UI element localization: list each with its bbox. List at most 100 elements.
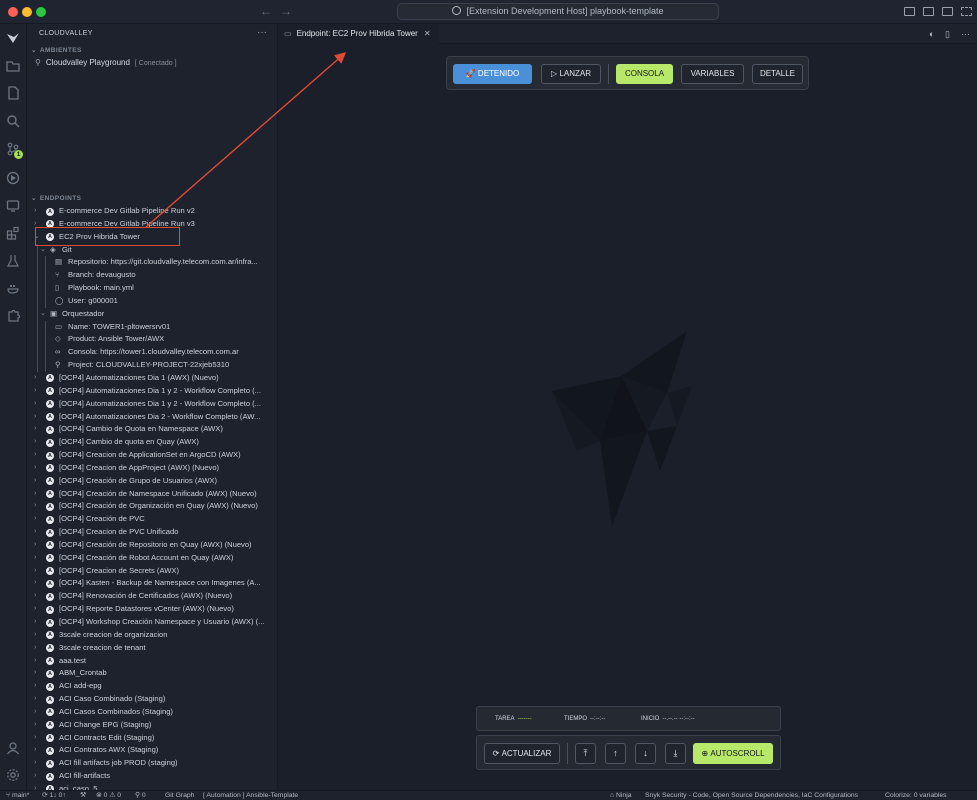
endpoint-detail-item[interactable]: ⚲ Project: CLOUDVALLEY-PROJECT-22xjeb5310 xyxy=(27,359,277,372)
window-close-button[interactable] xyxy=(8,7,18,17)
account-icon[interactable] xyxy=(6,741,20,755)
chevron-right-icon[interactable]: › xyxy=(34,693,36,706)
more-actions-icon[interactable]: ··· xyxy=(961,29,970,39)
endpoint-item[interactable]: › A [OCP4] Cambio de quota en Quay (AWX) xyxy=(27,436,277,449)
endpoint-group[interactable]: ⌄ ▣ Orquestador xyxy=(27,307,277,321)
chevron-right-icon[interactable]: › xyxy=(34,513,36,526)
chevron-right-icon[interactable]: › xyxy=(34,565,36,578)
forward-arrow-icon[interactable]: → xyxy=(280,4,292,18)
testing-icon[interactable] xyxy=(6,254,20,268)
chevron-right-icon[interactable]: › xyxy=(34,655,36,668)
endpoint-item[interactable]: › A [OCP4] Automatizaciones Dia 1 y 2 - Wo… xyxy=(27,385,277,398)
lanzar-button[interactable]: ▷ LANZAR xyxy=(541,64,601,84)
chevron-right-icon[interactable]: › xyxy=(34,372,36,385)
chevron-right-icon[interactable]: › xyxy=(34,423,36,436)
environment-item[interactable]: ⚲ Cloudvalley Playground [ Conectado ] xyxy=(35,58,177,67)
endpoint-item[interactable]: › A ACI Contratos AWX (Staging) xyxy=(27,744,277,757)
customize-layout-icon[interactable] xyxy=(961,7,972,16)
cloudvalley-logo-icon[interactable] xyxy=(6,31,20,45)
endpoint-item[interactable]: › A [OCP4] Kasten - Backup de Namespace co… xyxy=(27,577,277,590)
chevron-down-icon[interactable]: ⌄ xyxy=(40,308,46,321)
back-arrow-icon[interactable]: ← xyxy=(260,4,272,18)
endpoint-item[interactable]: › A [OCP4] Creación de Robot Account en Qu… xyxy=(27,552,277,565)
endpoint-item[interactable]: › Aaci_caso_5 xyxy=(27,783,277,790)
endpoint-detail-item[interactable]: ∞ Consola: https://tower1.cloudvalley.tel… xyxy=(27,346,277,360)
detenido-button[interactable]: 🚀 DETENIDO xyxy=(453,64,532,84)
chevron-right-icon[interactable]: › xyxy=(34,436,36,449)
endpoint-item[interactable]: › A [OCP4] Reporte Datastores vCenter (AWX… xyxy=(27,603,277,616)
build-icon[interactable]: ⚒ xyxy=(80,791,86,800)
autoscroll-button[interactable]: ⊕ AUTOSCROLL xyxy=(693,743,773,764)
endpoint-item[interactable]: › A [OCP4] Creacion de AppProject (AWX) (N… xyxy=(27,462,277,475)
chevron-right-icon[interactable]: › xyxy=(34,719,36,732)
close-icon[interactable]: ✕ xyxy=(424,29,431,38)
endpoint-detail-item[interactable]: ▯ Playbook: main.yml xyxy=(27,282,277,295)
chevron-right-icon[interactable]: › xyxy=(34,552,36,565)
search-icon[interactable] xyxy=(6,114,20,128)
tab-endpoint[interactable]: ▭ Endpoint: EC2 Prov Hibrida Tower ✕ xyxy=(278,24,439,44)
variables-button[interactable]: VARIABLES xyxy=(681,64,744,84)
window-maximize-button[interactable] xyxy=(36,7,46,17)
endpoint-item[interactable]: › A [OCP4] Creación de Organización en Qua… xyxy=(27,500,277,513)
remote-explorer-icon[interactable] xyxy=(6,199,20,213)
scroll-down-button[interactable]: ↓ xyxy=(635,743,656,764)
actualizar-button[interactable]: ⟳ ACTUALIZAR xyxy=(484,743,560,764)
split-editor-icon[interactable]: ▯ xyxy=(945,29,950,40)
toggle-panel-icon[interactable] xyxy=(923,7,934,16)
endpoint-item[interactable]: › A ACI Casos Combinados (Staging) xyxy=(27,706,277,719)
chevron-right-icon[interactable]: › xyxy=(34,411,36,424)
chevron-right-icon[interactable]: › xyxy=(34,205,36,218)
sync-item[interactable]: ⟳ 1↓ 0↑ xyxy=(42,791,66,800)
endpoint-detail-item[interactable]: ▤ Repositorio: https://git.cloudvalley.te… xyxy=(27,256,277,270)
endpoint-detail-item[interactable]: ▭ Name: TOWER1-pltowersrv01 xyxy=(27,320,277,334)
settings-gear-icon[interactable] xyxy=(6,768,20,782)
endpoint-item[interactable]: › A [OCP4] Creacion de PVC Unificado xyxy=(27,526,277,539)
chevron-right-icon[interactable]: › xyxy=(34,783,36,790)
chevron-right-icon[interactable]: › xyxy=(34,462,36,475)
automation-item[interactable]: [ Automation ] Ansible-Template xyxy=(203,791,298,800)
endpoint-item[interactable]: › A [OCP4] Creacion de ApplicationSet en A… xyxy=(27,449,277,462)
chevron-right-icon[interactable]: › xyxy=(34,680,36,693)
snyk-item[interactable]: Snyk Security - Code, Open Source Depend… xyxy=(645,791,858,800)
chevron-right-icon[interactable]: › xyxy=(34,488,36,501)
endpoint-item[interactable]: › A E-commerce Dev Gitlab Pipeline Run v2 xyxy=(27,205,277,218)
endpoint-item[interactable]: › A ACI fill artifacts job PROD (staging) xyxy=(27,757,277,770)
git-branch-item[interactable]: ⑂ main* xyxy=(6,791,29,800)
endpoint-item[interactable]: › A [OCP4] Automatizaciones Dia 1 (AWX) (N… xyxy=(27,372,277,385)
toggle-sidebar-icon[interactable] xyxy=(904,7,915,16)
endpoint-item[interactable]: › A 3scale creacion de organizacion xyxy=(27,629,277,642)
git-graph-item[interactable]: Git Graph xyxy=(165,791,194,800)
endpoint-item[interactable]: › A [OCP4] Automatizaciones Dia 2 - Workfl… xyxy=(27,411,277,424)
chevron-right-icon[interactable]: › xyxy=(34,539,36,552)
endpoint-item[interactable]: › A ACI Change EPG (Staging) xyxy=(27,719,277,732)
chevron-right-icon[interactable]: › xyxy=(34,577,36,590)
endpoint-item[interactable]: › A [OCP4] Creacion de Secrets (AWX) xyxy=(27,565,277,578)
chevron-right-icon[interactable]: › xyxy=(34,475,36,488)
chevron-right-icon[interactable]: › xyxy=(34,732,36,745)
endpoint-detail-item[interactable]: ◯ User: g000001 xyxy=(27,294,277,308)
chevron-right-icon[interactable]: › xyxy=(34,706,36,719)
problems-item[interactable]: ⊗ 0 ⚠ 0 xyxy=(96,791,121,800)
ports-item[interactable]: ⚲ 0 xyxy=(135,791,146,800)
chevron-right-icon[interactable]: › xyxy=(34,449,36,462)
endpoint-item[interactable]: › A [OCP4] Creación de Grupo de Usuarios (… xyxy=(27,475,277,488)
chevron-right-icon[interactable]: › xyxy=(34,667,36,680)
endpoint-item[interactable]: › A [OCP4] Renovación de Certificados (AWX… xyxy=(27,590,277,603)
run-debug-icon[interactable] xyxy=(6,171,20,185)
chevron-right-icon[interactable]: › xyxy=(34,500,36,513)
endpoint-item[interactable]: › A [OCP4] Cambio de Quota en Namespace (A… xyxy=(27,423,277,436)
endpoint-item[interactable]: › A [OCP4] Workshop Creación Namespace y U… xyxy=(27,616,277,629)
endpoint-item[interactable]: › A ACI add-epg xyxy=(27,680,277,693)
chevron-right-icon[interactable]: › xyxy=(34,603,36,616)
endpoint-item[interactable]: › A [OCP4] Creación de Repositorio en Quay… xyxy=(27,539,277,552)
extensions-icon[interactable] xyxy=(6,226,20,240)
command-center-search[interactable]: [Extension Development Host] playbook-te… xyxy=(397,3,719,20)
chevron-right-icon[interactable]: › xyxy=(34,757,36,770)
scroll-top-button[interactable]: ⤒ xyxy=(575,743,596,764)
section-header-ambientes[interactable]: ⌄ AMBIENTES xyxy=(31,46,82,54)
endpoint-item[interactable]: › A ABM_Crontab xyxy=(27,667,277,680)
endpoint-detail-item[interactable]: ◇ Product: Ansible Tower/AWX xyxy=(27,333,277,347)
scroll-up-button[interactable]: ↑ xyxy=(605,743,626,764)
endpoint-item[interactable]: › A ACI Contracts Edit (Staging) xyxy=(27,732,277,745)
endpoint-item[interactable]: › A [OCP4] Automatizaciones Dia 1 y 2 - Wo… xyxy=(27,398,277,411)
